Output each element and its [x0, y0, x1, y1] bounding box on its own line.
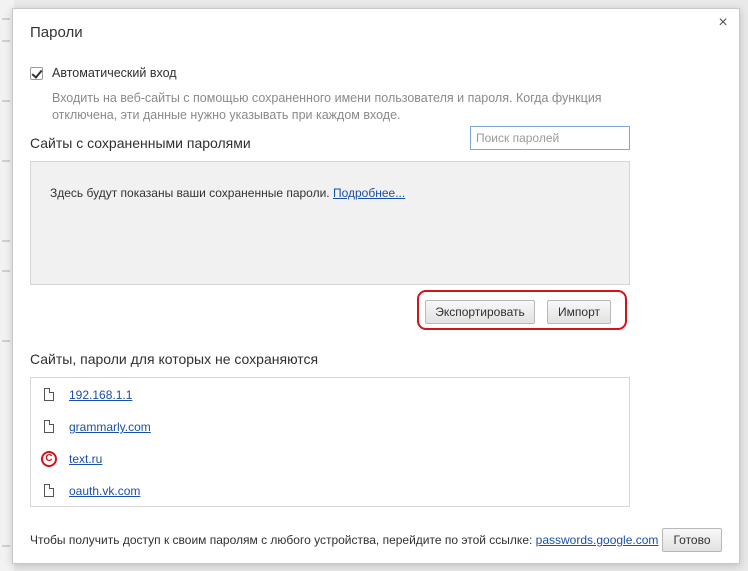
page-icon — [41, 419, 57, 435]
passwords-google-link[interactable]: passwords.google.com — [536, 533, 659, 547]
exception-site-link[interactable]: oauth.vk.com — [69, 484, 140, 498]
learn-more-link[interactable]: Подробнее... — [333, 186, 405, 200]
exceptions-list: 192.168.1.1 grammarly.com C text.ru oaut… — [30, 377, 630, 507]
page-icon — [41, 483, 57, 499]
saved-passwords-list: Здесь будут показаны ваши сохраненные па… — [30, 161, 630, 285]
background-text-fragment — [2, 270, 10, 272]
autologin-checkbox[interactable] — [30, 66, 43, 80]
autologin-option[interactable]: Автоматический вход — [30, 66, 177, 80]
autologin-label: Автоматический вход — [52, 66, 177, 80]
copyright-icon: C — [41, 451, 57, 467]
export-button[interactable]: Экспортировать — [425, 300, 535, 324]
import-button[interactable]: Импорт — [547, 300, 611, 324]
exception-site-link[interactable]: 192.168.1.1 — [69, 388, 132, 402]
background-text-fragment — [2, 18, 10, 20]
background-text-fragment — [2, 100, 10, 102]
saved-passwords-title: Сайты с сохраненными паролями — [30, 135, 251, 151]
footer-text: Чтобы получить доступ к своим паролям с … — [30, 533, 533, 547]
background-text-fragment — [2, 340, 10, 342]
autologin-description: Входить на веб-сайты с помощью сохраненн… — [52, 91, 602, 122]
page-icon — [41, 387, 57, 403]
close-icon[interactable]: × — [715, 15, 731, 31]
passwords-dialog: Пароли × Автоматический вход Входить на … — [12, 8, 740, 564]
list-item: grammarly.com — [31, 417, 151, 437]
done-button[interactable]: Готово — [662, 528, 722, 552]
dialog-title: Пароли — [30, 24, 83, 41]
exception-site-link[interactable]: text.ru — [69, 452, 102, 466]
password-search-input[interactable] — [470, 126, 630, 150]
background-text-fragment — [2, 40, 10, 42]
background-text-fragment — [2, 240, 10, 242]
footer-note: Чтобы получить доступ к своим паролям с … — [30, 533, 658, 547]
empty-text: Здесь будут показаны ваши сохраненные па… — [50, 186, 330, 200]
saved-passwords-empty-message: Здесь будут показаны ваши сохраненные па… — [50, 186, 405, 200]
background-text-fragment — [2, 545, 10, 547]
exception-site-link[interactable]: grammarly.com — [69, 420, 151, 434]
background-text-fragment — [2, 160, 10, 162]
list-item: C text.ru — [31, 449, 102, 469]
exceptions-title: Сайты, пароли для которых не сохраняются — [30, 351, 319, 367]
list-item: oauth.vk.com — [31, 481, 140, 501]
list-item: 192.168.1.1 — [31, 385, 132, 405]
